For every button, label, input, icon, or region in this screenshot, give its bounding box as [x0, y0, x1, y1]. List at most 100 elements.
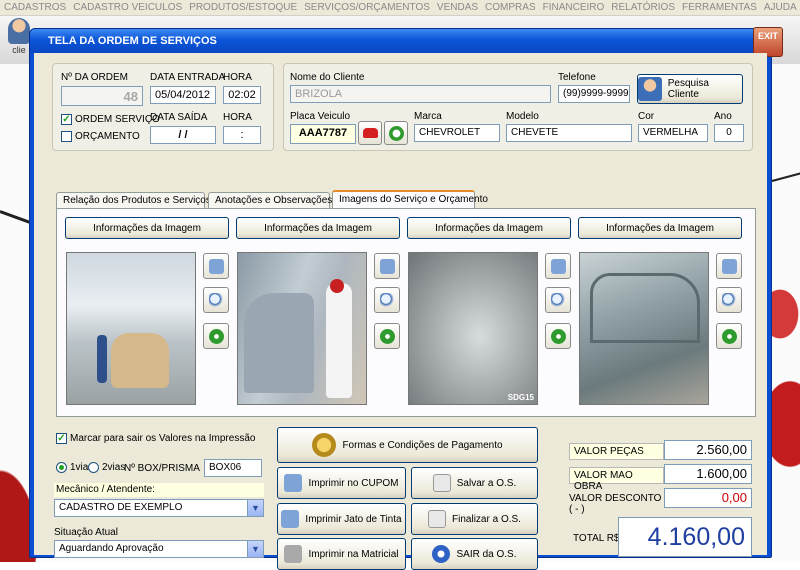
client-name-field[interactable]: BRIZOLA — [290, 85, 551, 103]
car-frame-shape — [590, 273, 700, 343]
two-vias-radio[interactable]: 2vias — [88, 462, 125, 473]
exit-label: EXIT — [757, 31, 778, 41]
print-values-checkbox[interactable]: ✓ Marcar para sair os Valores na Impress… — [56, 433, 255, 444]
year-field[interactable]: 0 — [714, 124, 744, 142]
add-icon — [551, 329, 566, 344]
save-os-label: Salvar a O.S. — [456, 477, 517, 489]
status-select[interactable]: Aguardando Aprovação ▼ — [54, 540, 264, 558]
chevron-down-icon[interactable]: ▼ — [247, 541, 263, 557]
tab-images[interactable]: Imagens do Serviço e Orçamento — [332, 190, 488, 209]
print-image-button-3[interactable] — [545, 253, 571, 279]
box-field[interactable]: BOX06 — [204, 459, 262, 477]
one-via-radio[interactable]: 1via — [56, 462, 88, 473]
estimate-checkbox[interactable]: ORÇAMENTO — [61, 131, 140, 142]
phone-field[interactable]: (99)9999-9999 — [558, 85, 630, 103]
print-image-button-2[interactable] — [374, 253, 400, 279]
checkbox-checked-icon: ✓ — [56, 433, 67, 444]
service-photo-1[interactable] — [66, 252, 196, 405]
add-image-button-2[interactable] — [374, 323, 400, 349]
zoom-image-button-4[interactable] — [716, 287, 742, 313]
print-inkjet-button[interactable]: Imprimir Jato de Tinta — [277, 503, 406, 535]
plate-label: Placa Veiculo — [290, 111, 351, 122]
tab-products-services[interactable]: Relação dos Produtos e Serviços -> — [56, 192, 223, 208]
add-image-button-1[interactable] — [203, 323, 229, 349]
menu-ajuda[interactable]: AJUDA — [764, 2, 797, 13]
service-photo-3[interactable]: SDG15 — [408, 252, 538, 405]
add-image-button-3[interactable] — [545, 323, 571, 349]
color-label: Cor — [638, 111, 655, 122]
chevron-down-icon[interactable]: ▼ — [247, 500, 263, 516]
menu-relatorios[interactable]: RELATÓRIOS — [611, 2, 675, 13]
parts-value-label: VALOR PEÇAS — [569, 443, 664, 460]
car-body-shape — [244, 293, 314, 393]
print-image-button-4[interactable] — [716, 253, 742, 279]
image-info-button-4[interactable]: Informações da Imagem — [578, 217, 742, 239]
image-info-button-1[interactable]: Informações da Imagem — [65, 217, 229, 239]
client-panel: Nome do Cliente BRIZOLA Telefone (99)999… — [283, 63, 753, 151]
radio-selected-icon — [56, 462, 67, 473]
vehicle-search-button[interactable] — [358, 121, 382, 145]
zoom-image-button-2[interactable] — [374, 287, 400, 313]
finalize-os-button[interactable]: Finalizar a O.S. — [411, 503, 538, 535]
menu-produtos-estoque[interactable]: PRODUTOS/ESTOQUE — [189, 2, 297, 13]
model-field[interactable]: CHEVETE — [506, 124, 632, 142]
print-image-button-1[interactable] — [203, 253, 229, 279]
mechanic-label: Mecânico / Atendente: — [56, 484, 155, 495]
image-slot-4: Informações da Imagem — [578, 217, 743, 407]
exit-date-field[interactable]: / / — [150, 126, 216, 144]
service-photo-2[interactable] — [237, 252, 367, 405]
labor-value-field[interactable]: 1.600,00 — [664, 464, 752, 484]
color-field[interactable]: VERMELHA — [638, 124, 708, 142]
menu-compras[interactable]: COMPRAS — [485, 2, 536, 13]
entry-hour-field[interactable]: 02:02 — [223, 86, 261, 104]
order-number-field[interactable]: 48 — [61, 86, 143, 106]
parts-value-field[interactable]: 2.560,00 — [664, 440, 752, 460]
payment-button[interactable]: Formas e Condições de Pagamento — [277, 427, 538, 463]
menu-vendas[interactable]: VENDAS — [437, 2, 478, 13]
order-service-label: ORDEM SERVIÇO — [75, 114, 160, 125]
red-car-icon — [363, 128, 378, 138]
menu-cadastros[interactable]: CADASTROS — [4, 2, 66, 13]
service-order-window: TELA DA ORDEM DE SERVIÇOS EXIT Nº DA ORD… — [29, 27, 783, 570]
toolbar-clients-label: clie — [12, 45, 26, 55]
add-image-button-4[interactable] — [716, 323, 742, 349]
save-os-button[interactable]: Salvar a O.S. — [411, 467, 538, 499]
masked-car-shape — [111, 333, 169, 388]
image-info-label: Informações da Imagem — [606, 222, 714, 234]
discount-value-field[interactable]: 0,00 — [664, 488, 752, 508]
menu-ferramentas[interactable]: FERRAMENTAS — [682, 2, 757, 13]
print-values-label: Marcar para sair os Valores na Impressão — [70, 433, 256, 444]
exit-os-button[interactable]: SAIR da O.S. — [411, 538, 538, 570]
printer-icon — [284, 474, 303, 492]
zoom-image-button-1[interactable] — [203, 287, 229, 313]
brand-field[interactable]: CHEVROLET — [414, 124, 500, 142]
entry-date-field[interactable]: 05/04/2012 — [150, 86, 216, 104]
print-cupom-button[interactable]: Imprimir no CUPOM — [277, 467, 406, 499]
menu-servicos-orcamentos[interactable]: SERVIÇOS/ORÇAMENTOS — [304, 2, 430, 13]
vehicle-history-button[interactable] — [384, 121, 408, 145]
order-service-checkbox[interactable]: ✓ ORDEM SERVIÇO — [61, 114, 160, 125]
box-label: Nº BOX/PRISMA — [124, 463, 200, 474]
menu-cadastro-veiculos[interactable]: CADASTRO VEICULOS — [73, 2, 182, 13]
menu-financeiro[interactable]: FINANCEIRO — [543, 2, 605, 13]
mechanic-select[interactable]: CADASTRO DE EXEMPLO ▼ — [54, 499, 264, 517]
magnifier-icon — [380, 293, 395, 308]
plate-field[interactable]: AAA7787 — [290, 124, 356, 144]
exit-hour-field[interactable]: : — [223, 126, 261, 144]
client-name-label: Nome do Cliente — [290, 72, 365, 83]
image-info-button-3[interactable]: Informações da Imagem — [407, 217, 571, 239]
mechanic-label-strip: Mecânico / Atendente: — [54, 483, 264, 497]
person-icon — [638, 77, 662, 101]
tab-notes[interactable]: Anotações e Observações -> — [208, 192, 344, 208]
printer-icon — [551, 259, 566, 274]
status-value: Aguardando Aprovação — [59, 543, 164, 554]
checkbox-checked-icon: ✓ — [61, 114, 72, 125]
exit-arrow-icon — [432, 545, 451, 563]
zoom-image-button-3[interactable] — [545, 287, 571, 313]
image-info-button-2[interactable]: Informações da Imagem — [236, 217, 400, 239]
print-matrix-button[interactable]: Imprimir na Matricial — [277, 538, 406, 570]
search-client-button[interactable]: Pesquisa Cliente — [637, 74, 743, 104]
service-photo-4[interactable] — [579, 252, 709, 405]
two-vias-label: 2vias — [102, 462, 126, 473]
printer-icon — [722, 259, 737, 274]
